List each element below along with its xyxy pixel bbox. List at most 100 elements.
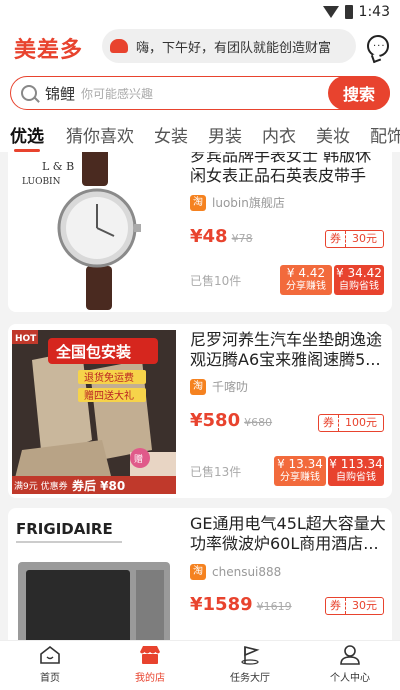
search-icon [21,85,37,101]
shop-info[interactable]: 淘 luobin旗舰店 [190,194,285,211]
bottom-nav: 首页 我的店 任务大厅 个人中心 [0,640,400,690]
nav-task-hall-label: 任务大厅 [230,673,270,684]
frigidaire-logo: FRIGIDAIRE [16,520,113,538]
self-label: 自购省钱 [339,281,379,292]
promo-banner: 全国包安装 [55,343,132,361]
shop-info[interactable]: 淘 chensui888 [190,564,281,580]
message-icon[interactable]: ··· [367,35,389,57]
promo-sub2: 赠四送大礼 [84,389,134,402]
product-title: 罗宾品牌手表女士 韩版休闲女表正品石英表皮带手表... [190,152,372,185]
product-image-seat-cushion: HOT 全国包安装 退货免运费 赠四送大礼 赠 满9元 优惠券 券后 ¥80 [12,330,176,494]
nav-profile-label: 个人中心 [330,673,370,684]
category-tabs: 优选 猜你喜欢 女装 男装 内衣 美妆 配饰 [0,118,400,152]
sold-count: 已售10件 [190,274,242,288]
coupon-label: 券 [326,598,346,614]
svg-text:LUOBIN: LUOBIN [22,177,61,187]
tab-guess-you-like[interactable]: 猜你喜欢 [66,122,134,147]
product-image-microwave: FRIGIDAIRE [12,514,176,640]
share-value: ¥ 4.42 [286,266,326,280]
original-price: ¥1619 [256,600,292,613]
battery-icon [344,5,353,19]
product-card[interactable]: HOT 全国包安装 退货免运费 赠四送大礼 赠 满9元 优惠券 券后 ¥80 尼… [8,324,392,498]
nav-my-store-label: 我的店 [135,673,165,684]
status-time: 1:43 [358,4,390,20]
flag-icon [239,645,261,665]
coupon-badge[interactable]: 券 30元 [325,230,384,248]
price: ¥1589 ¥1619 [190,594,292,615]
coupon-value: 30元 [352,599,377,612]
share-earn-button[interactable]: ¥ 4.42 分享赚钱 [280,265,332,295]
sold-count: 已售13件 [190,465,242,479]
app-header: 美差多 嗨，下午好，有团队就能创造财富 ··· [0,26,400,68]
search-button[interactable]: 搜索 [328,76,390,110]
earn-buttons: ¥ 4.42 分享赚钱 ¥ 34.42 自购省钱 [280,265,384,295]
current-price: ¥580 [190,410,241,431]
taobao-icon: 淘 [190,194,206,211]
search-input[interactable]: 锦鲤 你可能感兴趣 搜索 [10,76,390,110]
coupon-badge[interactable]: 券 30元 [325,597,384,615]
shop-info[interactable]: 淘 千喀叻 [190,378,248,395]
coupon-value: 30元 [352,232,377,245]
promo-right: 券后 ¥80 [71,478,125,493]
user-icon [339,645,361,665]
nav-my-store[interactable]: 我的店 [110,645,190,684]
search-section: 锦鲤 你可能感兴趣 搜索 [0,68,400,118]
self-value: ¥ 34.42 [336,266,382,280]
self-buy-button[interactable]: ¥ 34.42 自购省钱 [334,265,384,295]
megaphone-icon [110,39,128,53]
tab-youxuan[interactable]: 优选 [10,122,44,152]
taobao-icon: 淘 [190,564,206,580]
taobao-icon: 淘 [190,378,206,395]
product-title: 尼罗河养生汽车坐垫朗逸途观迈腾A6宝来雅阁速腾5... [190,330,383,369]
promo-sub1: 退货免运费 [84,371,134,384]
coupon-value: 100元 [345,416,377,429]
watch-brand-logo: L & B [42,160,74,173]
nav-home[interactable]: 首页 [10,645,90,684]
store-icon [139,645,161,665]
product-title: GE通用电气45L超大容量大功率微波炉60L商用酒店... [190,514,386,553]
shop-name: 千喀叻 [212,380,249,394]
wifi-icon [322,6,339,18]
self-label: 自购省钱 [336,472,376,483]
share-earn-button[interactable]: ¥ 13.34 分享赚钱 [274,456,326,486]
price: ¥48 ¥78 [190,226,253,247]
notice-text: 嗨，下午好，有团队就能创造财富 [136,40,332,56]
share-label: 分享赚钱 [286,281,326,292]
product-list: L & B LUOBIN 罗宾品牌手表女士 韩版休闲女表正品石英表皮带手表...… [0,152,400,640]
self-buy-button[interactable]: ¥ 113.34 自购省钱 [328,456,384,486]
tab-mens[interactable]: 男装 [208,122,242,147]
hot-badge: HOT [15,334,37,344]
original-price: ¥78 [231,232,253,245]
notice-bar[interactable]: 嗨，下午好，有团队就能创造财富 [102,29,356,63]
shop-name: chensui888 [212,565,282,579]
status-bar: 1:43 [0,0,400,26]
tab-cosmetics[interactable]: 美妆 [316,122,350,147]
price: ¥580 ¥680 [190,410,272,431]
search-placeholder: 你可能感兴趣 [81,86,154,101]
tab-womens[interactable]: 女装 [154,122,188,147]
self-value: ¥ 113.34 [329,457,383,471]
original-price: ¥680 [244,416,273,429]
promo-left: 满9元 优惠券 [14,480,68,492]
current-price: ¥48 [190,226,228,247]
tab-accessories[interactable]: 配饰 [370,122,400,147]
tab-underwear[interactable]: 内衣 [262,122,296,147]
app-logo: 美差多 [14,37,84,63]
product-card[interactable]: FRIGIDAIRE GE通用电气45L超大容量大功率微波炉60L商用酒店...… [8,508,392,640]
share-label: 分享赚钱 [280,472,320,483]
product-image-watch: L & B LUOBIN [12,152,176,310]
nav-profile[interactable]: 个人中心 [310,645,390,684]
gift-badge: 赠 [134,453,143,465]
product-card[interactable]: L & B LUOBIN 罗宾品牌手表女士 韩版休闲女表正品石英表皮带手表...… [8,152,392,312]
coupon-label: 券 [319,415,339,431]
current-price: ¥1589 [190,594,253,615]
nav-task-hall[interactable]: 任务大厅 [210,645,290,684]
home-icon [39,645,61,665]
share-value: ¥ 13.34 [277,457,323,471]
earn-buttons: ¥ 13.34 分享赚钱 ¥ 113.34 自购省钱 [274,456,384,486]
coupon-badge[interactable]: 券 100元 [318,414,384,432]
nav-home-label: 首页 [40,673,60,684]
search-keyword: 锦鲤 [45,84,76,103]
shop-name: luobin旗舰店 [212,196,285,210]
coupon-label: 券 [326,231,346,247]
